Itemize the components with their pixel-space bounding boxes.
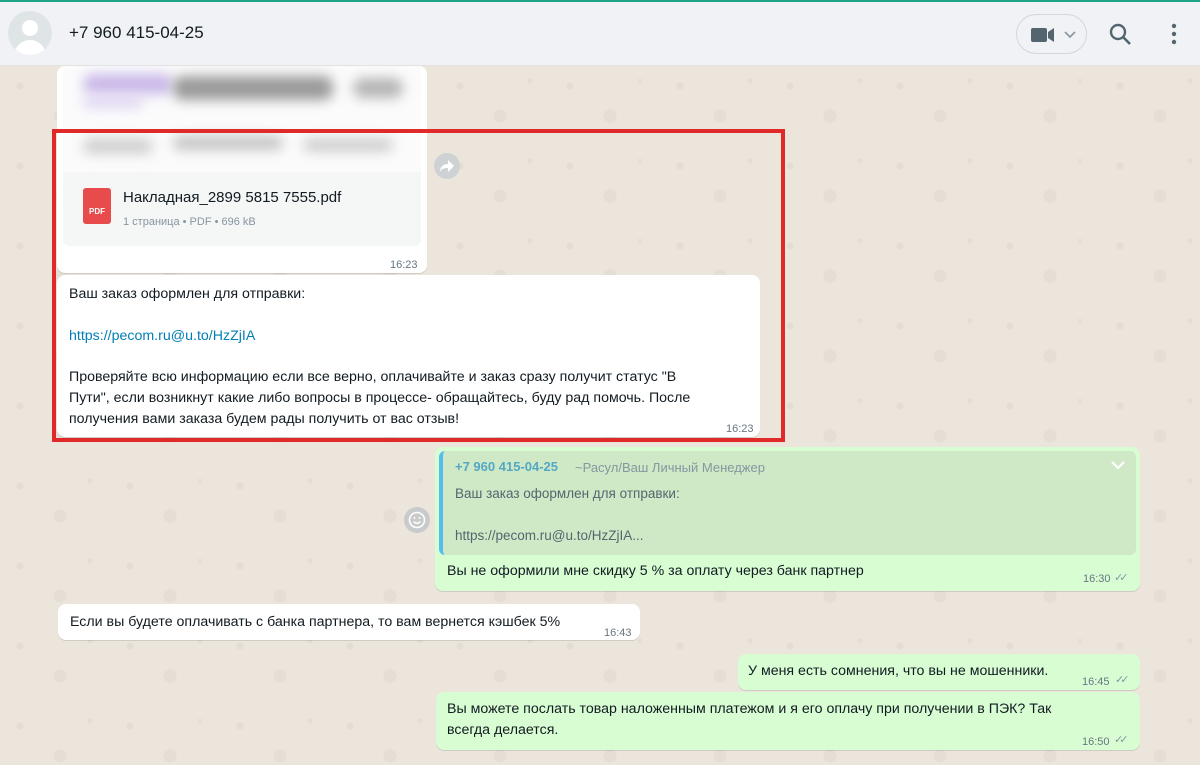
double-check-icon: ✓✓ — [1114, 734, 1129, 746]
message-text-line: Вы можете послать товар наложенным плате… — [447, 701, 1052, 717]
chat-header: +7 960 415-04-25 — [0, 2, 1200, 66]
video-call-button[interactable] — [1016, 14, 1087, 54]
doubt-message[interactable]: У меня есть сомнения, что вы не мошенник… — [738, 654, 1140, 690]
double-check-icon: ✓✓ — [1115, 674, 1130, 686]
smiley-icon — [408, 511, 426, 529]
reply-text: Вы не оформили мне скидку 5 % за оплату … — [447, 563, 864, 579]
quote-author-name: ~Расул/Ваш Личный Менеджер — [575, 460, 765, 475]
cashback-message[interactable]: Если вы будете оплачивать с банка партне… — [58, 604, 640, 640]
react-button[interactable] — [404, 507, 430, 533]
quote-author: +7 960 415-04-25 — [455, 459, 559, 474]
message-time: 16:30 — [1083, 573, 1111, 585]
quoted-message[interactable]: +7 960 415-04-25 ~Расул/Ваш Личный Менед… — [439, 451, 1136, 555]
quote-text-line: Ваш заказ оформлен для отправки: — [455, 486, 680, 501]
chevron-down-icon — [1064, 31, 1076, 39]
message-time: 16:50 — [1082, 736, 1110, 748]
message-text-line: всегда делается. — [447, 722, 559, 738]
double-check-icon: ✓✓ — [1114, 572, 1129, 584]
contact-name[interactable]: +7 960 415-04-25 — [69, 23, 204, 43]
message-time: 16:45 — [1082, 676, 1110, 688]
search-icon[interactable] — [1108, 22, 1132, 46]
chat-area[interactable]: PDF Накладная_2899 5815 7555.pdf 1 стран… — [0, 66, 1200, 765]
cod-message[interactable]: Вы можете послать товар наложенным плате… — [436, 692, 1140, 750]
message-time: 16:43 — [604, 627, 632, 639]
kebab-menu-icon[interactable] — [1164, 22, 1184, 46]
video-icon — [1031, 28, 1054, 42]
message-text: У меня есть сомнения, что вы не мошенник… — [748, 663, 1049, 679]
message-text: Если вы будете оплачивать с банка партне… — [70, 614, 561, 630]
chevron-down-icon[interactable] — [1110, 459, 1126, 471]
highlight-box — [52, 129, 785, 442]
quote-text-line: https://pecom.ru@u.to/HzZjIA... — [455, 528, 644, 543]
avatar[interactable] — [8, 11, 52, 55]
